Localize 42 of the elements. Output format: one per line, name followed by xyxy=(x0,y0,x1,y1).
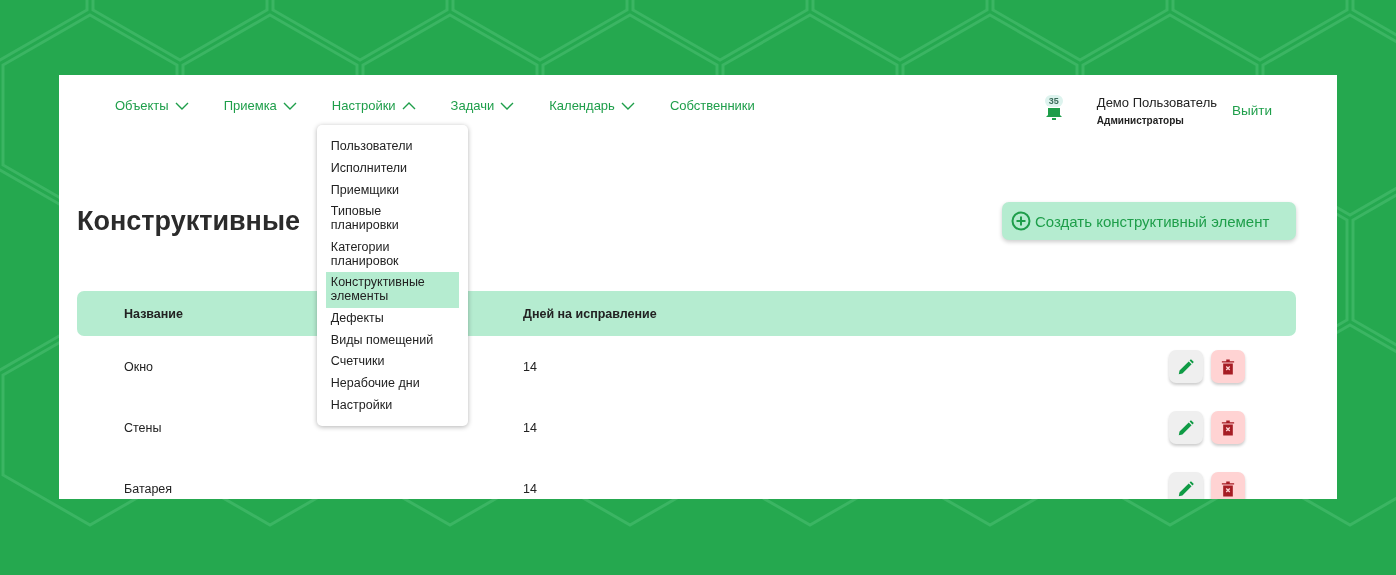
dropdown-item[interactable]: Пользователи xyxy=(325,136,459,158)
edit-button[interactable] xyxy=(1169,411,1203,444)
table-cell: Стены xyxy=(124,420,162,435)
edit-button[interactable] xyxy=(1169,350,1203,383)
trash-icon xyxy=(1221,419,1235,436)
dropdown-item[interactable]: Виды помещений xyxy=(325,329,459,352)
table-cell: 14 xyxy=(523,481,537,496)
table-cell: 14 xyxy=(523,359,537,374)
pencil-icon xyxy=(1177,479,1195,498)
trash-icon xyxy=(1221,480,1235,497)
table-cell: Батарея xyxy=(124,481,173,496)
table-cell: Окно xyxy=(124,359,154,374)
plus-circle-icon xyxy=(1011,211,1031,231)
pencil-icon xyxy=(1177,418,1195,437)
nav-menu-item[interactable]: Настройки xyxy=(331,98,416,113)
notification-count: 35 xyxy=(1044,95,1063,107)
dropdown-item[interactable]: Категории планировок xyxy=(325,236,459,273)
edit-button[interactable] xyxy=(1169,472,1203,499)
user-role: Администраторы xyxy=(1096,115,1185,126)
dropdown-item[interactable]: Настройки xyxy=(325,394,459,417)
page-title: Конструктивные xyxy=(77,205,300,237)
delete-button[interactable] xyxy=(1211,411,1245,444)
user-name: Демо Пользователь xyxy=(1096,95,1217,110)
delete-button[interactable] xyxy=(1211,472,1245,499)
nav-menu-item[interactable]: Задачи xyxy=(450,98,515,113)
trash-icon xyxy=(1221,358,1235,375)
delete-button[interactable] xyxy=(1211,350,1245,383)
dropdown-item[interactable]: Типовые планировки xyxy=(325,201,459,237)
nav-menu-item[interactable]: Собственники xyxy=(669,98,755,113)
dropdown-item[interactable]: Счетчики xyxy=(325,351,459,373)
dropdown-item[interactable]: Дефекты xyxy=(325,307,459,330)
nav-menu-item[interactable]: Объекты xyxy=(115,98,189,113)
nav-menu-item[interactable]: Календарь xyxy=(549,98,635,113)
column-header: Дней на исправление xyxy=(523,306,657,321)
column-header: Название xyxy=(124,306,183,321)
dropdown-item[interactable]: Приемщики xyxy=(325,179,459,202)
logout-link[interactable]: Выйти xyxy=(1232,95,1272,118)
dropdown-item[interactable]: Исполнители xyxy=(325,157,459,180)
dropdown-item[interactable]: Конструктивные элементы xyxy=(325,272,459,308)
table-cell: 14 xyxy=(523,420,537,435)
pencil-icon xyxy=(1177,357,1195,376)
dropdown-item[interactable]: Нерабочие дни xyxy=(325,373,459,395)
